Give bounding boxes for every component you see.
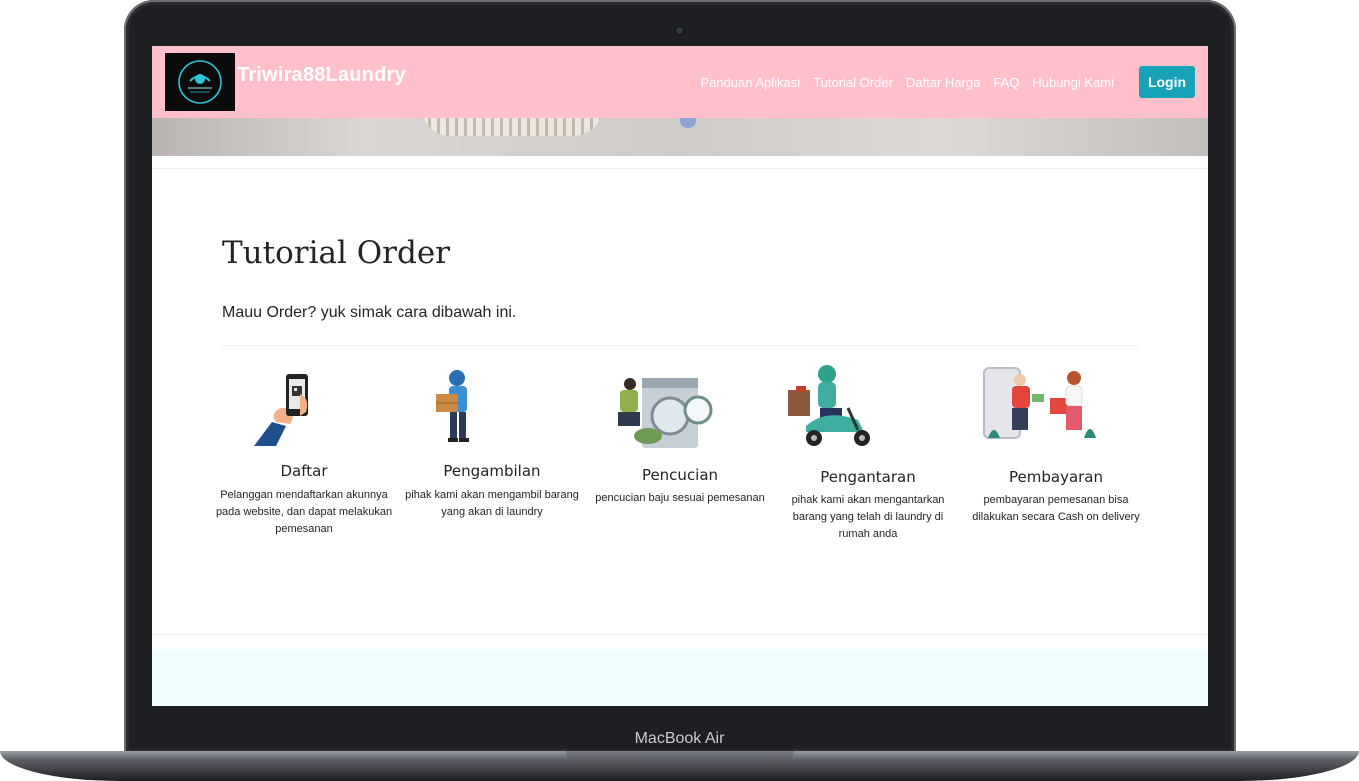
step-description: pihak kami akan mengambil barang yang ak… <box>405 489 579 518</box>
delivery-man-box-illustration <box>402 364 582 454</box>
nav-link-daftar-harga[interactable]: Daftar Harga <box>906 75 980 90</box>
washing-machine-illustration <box>590 364 770 454</box>
nav-link-tutorial-order[interactable]: Tutorial Order <box>813 75 893 90</box>
page-title: Tutorial Order <box>222 235 450 271</box>
divider <box>222 345 1138 346</box>
step-pencucian: Pencucian pencucian baju sesuai pemesana… <box>590 364 770 544</box>
phone-qr-illustration <box>214 364 394 454</box>
camera-icon <box>676 27 683 34</box>
step-title: Pencucian <box>641 466 719 484</box>
step-pembayaran: Pembayaran pembayaran pemesanan bisa dil… <box>966 364 1146 544</box>
step-description: pihak kami akan mengantarkan barang yang… <box>791 494 945 540</box>
nav-link-hubungi-kami[interactable]: Hubungi Kami <box>1032 75 1114 90</box>
step-pengambilan: Pengambilan pihak kami akan mengambil ba… <box>402 364 582 544</box>
brand-name[interactable]: Triwira88Laundry <box>237 64 406 87</box>
nav-link-faq[interactable]: FAQ <box>993 75 1019 90</box>
laptop-notch <box>566 751 794 761</box>
login-button[interactable]: Login <box>1139 66 1195 98</box>
cash-payment-illustration <box>966 364 1146 454</box>
step-description: pencucian baju sesuai pemesanan <box>595 492 765 504</box>
browser-screen: Triwira88Laundry Panduan Aplikasi Tutori… <box>152 46 1208 706</box>
navbar: Triwira88Laundry Panduan Aplikasi Tutori… <box>152 46 1208 118</box>
next-section-band <box>152 649 1208 706</box>
step-pengantaran: Pengantaran pihak kami akan mengantarkan… <box>778 364 958 544</box>
laundry-logo-icon[interactable] <box>165 53 235 111</box>
step-description: Pelanggan mendaftarkan akunnya pada webs… <box>215 489 393 535</box>
step-daftar: Daftar Pelanggan mendaftarkan akunnya pa… <box>214 364 394 544</box>
step-title: Pengantaran <box>820 468 916 486</box>
page-subtitle: Mauu Order? yuk simak cara dibawah ini. <box>222 304 517 321</box>
step-description: pembayaran pemesanan bisa dilakukan seca… <box>972 494 1140 523</box>
step-title: Pembayaran <box>1009 468 1103 486</box>
divider <box>152 634 1208 635</box>
step-title: Daftar <box>280 462 328 480</box>
scooter-courier-illustration <box>778 364 958 454</box>
device-label: MacBook Air <box>634 730 725 747</box>
divider <box>152 168 1208 169</box>
nav-links: Panduan Aplikasi Tutorial Order Daftar H… <box>700 75 1114 90</box>
step-title: Pengambilan <box>443 462 541 480</box>
nav-link-panduan-aplikasi[interactable]: Panduan Aplikasi <box>700 75 800 90</box>
